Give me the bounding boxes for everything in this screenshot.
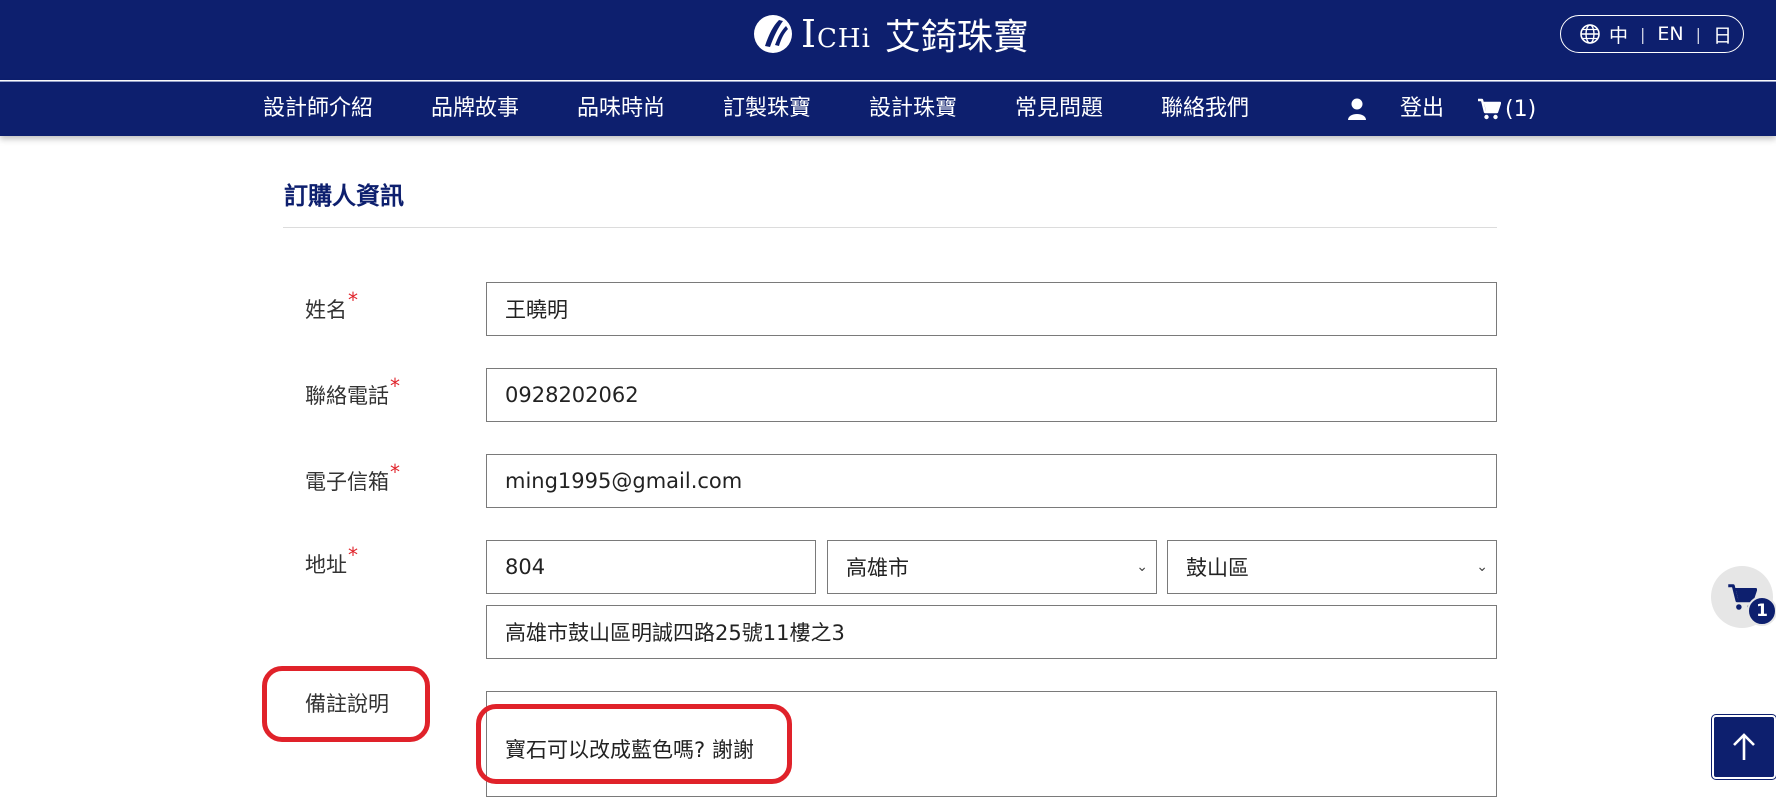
main-nav: 設計師介紹 品牌故事 品味時尚 訂製珠寶 設計珠寶 常見問題 聯絡我們 登出 (…: [0, 82, 1776, 136]
nav-contact[interactable]: 聯絡我們: [1161, 82, 1249, 136]
phone-input[interactable]: 0928202062: [486, 368, 1497, 422]
email-value: ming1995@gmail.com: [505, 469, 743, 493]
street-address-input[interactable]: 高雄市鼓山區明誠四路25號11樓之3: [486, 605, 1497, 659]
back-to-top-button[interactable]: [1712, 715, 1776, 779]
name-input[interactable]: 王曉明: [486, 282, 1497, 336]
district-value: 鼓山區: [1186, 556, 1249, 580]
brand-logo[interactable]: I CHi 艾錡珠寶: [753, 8, 1029, 60]
street-address-value: 高雄市鼓山區明誠四路25號11樓之3: [505, 621, 845, 645]
nav-cart[interactable]: (1): [1477, 82, 1536, 136]
nav-custom-jewelry[interactable]: 訂製珠寶: [723, 82, 811, 136]
required-mark: *: [390, 374, 400, 398]
top-header: I CHi 艾錡珠寶 中 | EN | 日: [0, 0, 1776, 80]
nav-brand-story[interactable]: 品牌故事: [431, 82, 519, 136]
lang-ja[interactable]: 日: [1713, 21, 1732, 48]
chevron-down-icon: ⌄: [1136, 559, 1148, 575]
nav-designer[interactable]: 設計師介紹: [263, 82, 373, 136]
required-mark: *: [390, 460, 400, 484]
nav-fashion[interactable]: 品味時尚: [577, 82, 665, 136]
city-value: 高雄市: [846, 556, 909, 580]
email-input[interactable]: ming1995@gmail.com: [486, 454, 1497, 508]
name-label-text: 姓名: [305, 298, 347, 322]
nav-design-jewelry[interactable]: 設計珠寶: [869, 82, 957, 136]
logo-letters-chi: CHi: [817, 24, 871, 54]
arrow-up-icon: [1733, 733, 1755, 760]
nav-faq[interactable]: 常見問題: [1015, 82, 1103, 136]
logo-mark-icon: [754, 15, 792, 53]
email-label-text: 電子信箱: [305, 470, 389, 494]
city-select[interactable]: 高雄市 ⌄: [827, 540, 1157, 594]
floating-cart-badge: 1: [1747, 596, 1776, 626]
zip-input[interactable]: 804: [486, 540, 816, 594]
language-switcher: 中 | EN | 日: [1560, 15, 1744, 53]
lang-zh[interactable]: 中: [1609, 21, 1628, 48]
lang-en[interactable]: EN: [1657, 23, 1683, 45]
note-textarea[interactable]: 寶石可以改成藍色嗎? 謝謝: [486, 691, 1497, 797]
logo-latin-text: I CHi: [801, 12, 871, 56]
zip-value: 804: [505, 555, 546, 579]
logout-link[interactable]: 登出: [1400, 82, 1444, 136]
name-value: 王曉明: [505, 298, 568, 322]
note-label: 備註說明: [305, 692, 389, 716]
address-label: 地址*: [305, 543, 358, 579]
name-label: 姓名*: [305, 288, 358, 324]
cart-count: (1): [1505, 96, 1537, 122]
section-title: 訂購人資訊: [284, 182, 404, 210]
phone-label-text: 聯絡電話: [305, 384, 389, 408]
district-select[interactable]: 鼓山區 ⌄: [1167, 540, 1497, 594]
phone-value: 0928202062: [505, 383, 639, 407]
phone-label: 聯絡電話*: [305, 374, 400, 410]
cart-icon: [1478, 98, 1501, 120]
globe-icon: [1580, 24, 1600, 44]
logo-letter-i: I: [801, 12, 818, 56]
note-value: 寶石可以改成藍色嗎? 謝謝: [505, 738, 754, 762]
section-divider: [283, 227, 1497, 228]
chevron-down-icon: ⌄: [1476, 559, 1488, 575]
address-label-text: 地址: [305, 553, 347, 577]
required-mark: *: [348, 288, 358, 312]
floating-cart-button[interactable]: 1: [1711, 566, 1776, 628]
lang-separator: |: [1640, 24, 1646, 44]
email-label: 電子信箱*: [305, 460, 400, 496]
logo-cjk-text: 艾錡珠寶: [884, 17, 1029, 58]
lang-separator: |: [1695, 24, 1702, 44]
user-icon[interactable]: [1347, 97, 1367, 121]
required-mark: *: [348, 543, 358, 567]
